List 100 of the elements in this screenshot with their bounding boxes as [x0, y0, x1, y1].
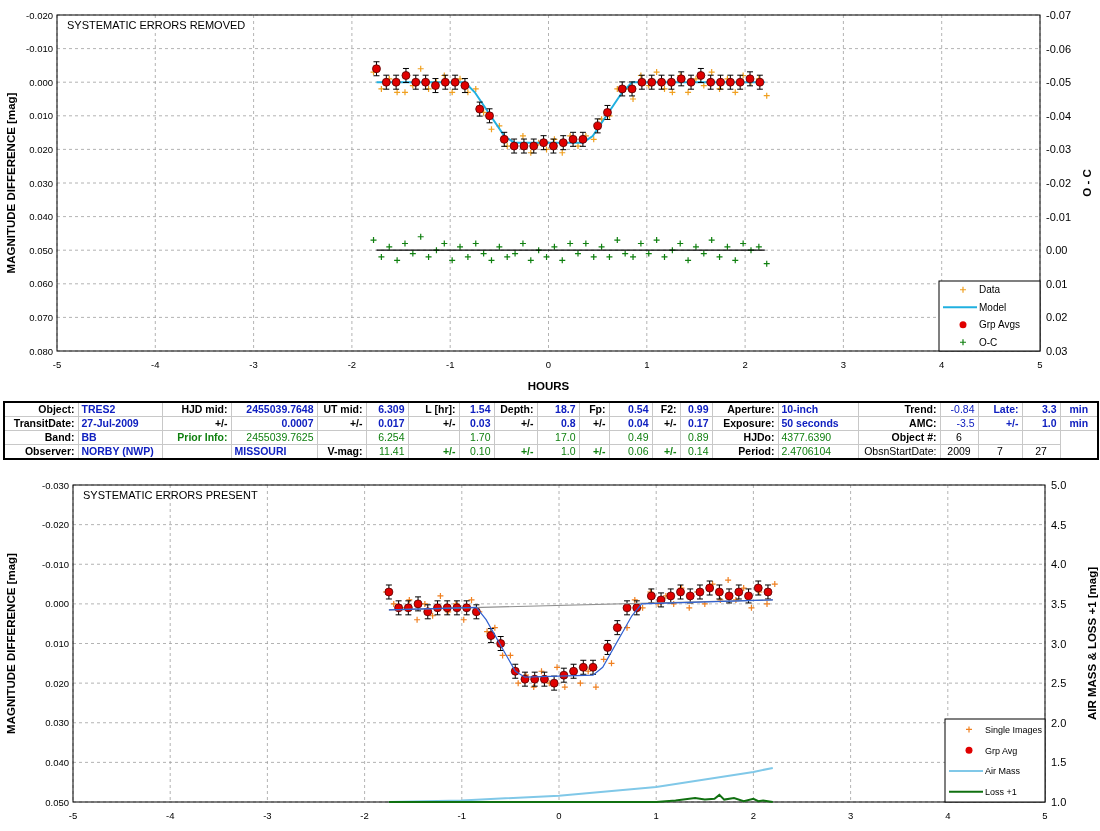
axis-title: MAGNITUDE DIFFERENCE [mag]	[5, 92, 17, 274]
tick-label: 0.020	[45, 677, 69, 689]
field-value: 3.3	[1022, 402, 1060, 417]
tick-label: 4	[945, 810, 951, 821]
field-label: Band:	[4, 430, 78, 445]
tick-label: -5	[68, 810, 78, 821]
tick-label: 0.010	[29, 110, 53, 122]
axis-title: O - C	[1081, 169, 1093, 197]
tick-label: 0.02	[1046, 311, 1068, 324]
tick-label: 1	[644, 359, 650, 370]
axis-title: AIR MASS & LOSS +1 [mag]	[1086, 567, 1098, 720]
field-value: Late:	[978, 402, 1022, 417]
tick-label: 4.5	[1051, 518, 1067, 531]
axis-title: HOURS	[527, 380, 570, 392]
field-value: 0.17	[680, 416, 712, 431]
field-label: Trend:	[858, 402, 940, 417]
field-label: Fp:	[579, 402, 609, 417]
field-label: Object #:	[858, 430, 940, 445]
unit-label: min	[1060, 402, 1098, 417]
legend-label: Grp Avg	[985, 745, 1018, 756]
tick-label: -0.010	[26, 43, 53, 55]
field-value: 6.309	[366, 402, 408, 417]
tick-label: 4	[939, 359, 945, 370]
legend-label: O-C	[979, 336, 998, 348]
tick-label: 1.0	[1051, 796, 1067, 808]
tick-label: -0.01	[1046, 210, 1072, 223]
field-label: Aperture:	[712, 402, 778, 417]
field-value: 50 seconds	[778, 416, 858, 431]
field-value: 10-inch	[778, 402, 858, 417]
tick-label: -4	[165, 810, 175, 821]
field-value: 6	[940, 430, 978, 445]
field-value: -0.84	[940, 402, 978, 417]
tick-label: -0.020	[42, 519, 69, 531]
field-value: 4377.6390	[778, 430, 858, 445]
field-value: 0.99	[680, 402, 712, 417]
tick-label: -0.05	[1046, 76, 1072, 89]
field-label: +/-	[317, 416, 366, 431]
tick-label: 3	[840, 359, 847, 370]
field-value: TRES2	[78, 402, 162, 417]
legend-label: Loss +1	[985, 787, 1017, 798]
unit-label: min	[1060, 416, 1098, 431]
tick-label: -0.02	[1046, 177, 1072, 189]
field-value: 2455039.7625	[231, 430, 317, 445]
axis-title: MAGNITUDE DIFFERENCE [mag]	[5, 553, 17, 734]
field-value: -3.5	[940, 416, 978, 431]
tick-label: -0.04	[1046, 109, 1072, 122]
field-value: 18.7	[537, 402, 579, 417]
field-value: 0.04	[609, 416, 652, 431]
field-label: F2:	[652, 402, 680, 417]
tick-label: 5	[1042, 810, 1048, 821]
tick-label: 0	[545, 359, 552, 370]
field-value: 6.254	[366, 430, 408, 445]
tick-label: 3	[847, 810, 854, 821]
field-value: 0.017	[366, 416, 408, 431]
field-label: UT mid:	[317, 402, 366, 417]
tick-label: 0.03	[1046, 345, 1068, 357]
tick-label: 0.050	[29, 244, 53, 256]
field-value: 17.0	[537, 430, 579, 445]
tick-label: -0.03	[1046, 143, 1072, 156]
tick-label: -1	[445, 359, 455, 370]
tick-label: 3.5	[1051, 597, 1067, 610]
field-label: +/-	[408, 416, 459, 431]
tick-label: 5.0	[1051, 479, 1067, 491]
field-label: +/-	[652, 416, 680, 431]
field-label: Exposure:	[712, 416, 778, 431]
tick-label: 0.030	[29, 177, 53, 189]
tick-label: -3	[263, 810, 272, 821]
field-label: TransitDate:	[4, 416, 78, 431]
field-value: 0.0007	[231, 416, 317, 431]
tick-label: 2	[750, 810, 757, 821]
field-label: +/-	[162, 416, 231, 431]
chart-title: SYSTEMATIC ERRORS REMOVED	[67, 19, 246, 31]
tick-label: 2.0	[1051, 716, 1067, 729]
legend-label: Data	[979, 284, 1001, 296]
field-label: L [hr]:	[408, 402, 459, 417]
tick-label: 0.01	[1046, 277, 1068, 290]
tick-label: -0.07	[1046, 9, 1072, 21]
tick-label: 1	[653, 810, 659, 821]
field-value: 0.89	[680, 430, 712, 445]
tick-label: 0.070	[29, 311, 53, 323]
field-value: 2455039.7648	[231, 402, 317, 417]
tick-label: 2	[742, 359, 748, 370]
tick-label: -2	[347, 359, 357, 370]
tick-label: 0.020	[29, 143, 53, 155]
field-value: 1.54	[459, 402, 494, 417]
tick-label: -0.020	[26, 9, 53, 21]
field-label: HJDo:	[712, 430, 778, 445]
tick-label: 0	[556, 810, 562, 821]
field-label: Depth:	[494, 402, 537, 417]
field-value: 0.8	[537, 416, 579, 431]
tick-label: 4.0	[1051, 558, 1067, 571]
tick-label: 0.030	[45, 717, 69, 729]
legend-label: Grp Avgs	[979, 319, 1020, 331]
tick-label: -2	[360, 810, 369, 821]
tick-label: 0.00	[1046, 244, 1068, 257]
field-value: 1.0	[1022, 416, 1060, 431]
field-value: 27-Jul-2009	[78, 416, 162, 431]
field-value: 0.54	[609, 402, 652, 417]
chart-title: SYSTEMATIC ERRORS PRESENT	[83, 489, 258, 501]
field-value: 0.03	[459, 416, 494, 431]
